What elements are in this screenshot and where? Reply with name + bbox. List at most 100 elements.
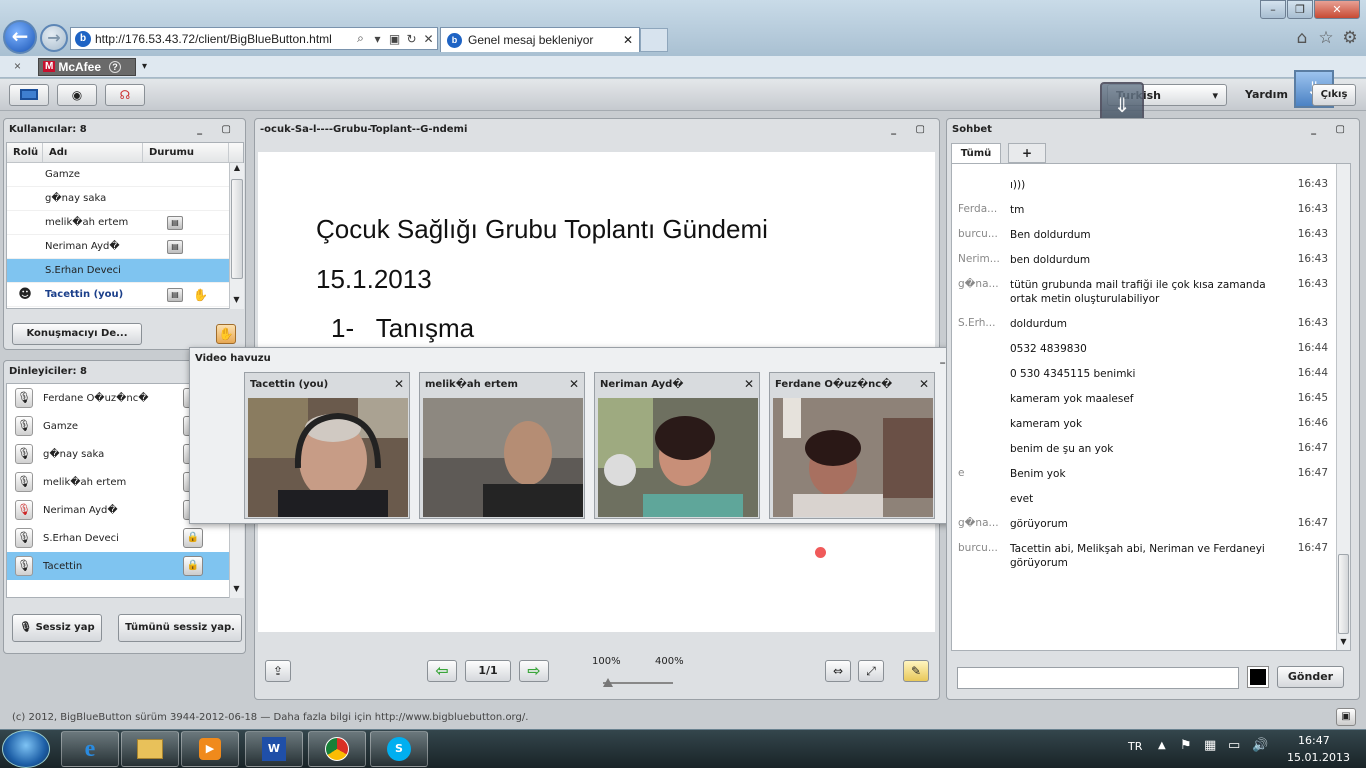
chat-input[interactable] (957, 667, 1239, 689)
search-icon[interactable]: ⌕ (352, 31, 369, 46)
scroll-up-icon[interactable]: ▲ (230, 163, 244, 177)
color-picker[interactable] (1247, 666, 1269, 688)
webcam-status-icon[interactable]: ▤ (167, 239, 183, 254)
fullscreen-icon[interactable]: ▣ (1336, 708, 1356, 726)
taskbar-word[interactable]: W (245, 731, 303, 767)
tab-close-icon[interactable]: ✕ (623, 33, 633, 47)
table-row[interactable]: ☻ Tacettin (you) ▤ ✋ (7, 283, 229, 307)
microphone-icon[interactable]: 🎙 (15, 416, 33, 436)
table-row[interactable]: g�nay saka (7, 187, 229, 211)
new-tab-button[interactable] (640, 28, 668, 52)
table-row[interactable]: S.Erhan Deveci (7, 259, 229, 283)
microphone-muted-icon[interactable]: 🎙 (15, 500, 33, 520)
panel-window-controls[interactable]: _ ▢ (197, 124, 239, 135)
input-language[interactable]: TR (1128, 740, 1142, 753)
scroll-down-icon[interactable]: ▼ (230, 584, 243, 598)
zoom-slider-track[interactable] (603, 682, 673, 684)
next-slide-button[interactable]: ⇨ (519, 660, 549, 682)
dropdown-icon[interactable]: ▾ (369, 32, 386, 46)
list-item[interactable]: 🎙 Tacettin 🔒 (7, 552, 243, 580)
table-row[interactable]: Gamze (7, 163, 229, 187)
prev-slide-button[interactable]: ⇦ (427, 660, 457, 682)
switch-presenter-button[interactable]: Konuşmacıyı De... (12, 323, 142, 345)
tray-expand-icon[interactable]: ▲ (1158, 740, 1166, 751)
taskbar-skype[interactable]: S (370, 731, 428, 767)
microphone-icon[interactable]: 🎙 (15, 444, 33, 464)
windows-start-icon[interactable] (2, 730, 50, 768)
table-row[interactable]: Neriman Ayd� ▤ (7, 235, 229, 259)
taskbar-ie[interactable]: e (61, 731, 119, 767)
mcafee-help-icon[interactable]: ? (109, 60, 122, 73)
home-icon[interactable]: ⌂ (1292, 28, 1312, 48)
volume-icon[interactable]: 🔊 (1252, 738, 1268, 753)
fit-width-button[interactable]: ⇔ (825, 660, 851, 682)
microphone-icon[interactable]: 🎙 (15, 528, 33, 548)
lock-icon[interactable]: 🔒 (183, 556, 203, 576)
taskbar-explorer[interactable] (121, 731, 179, 767)
close-icon[interactable]: ✕ (744, 377, 754, 391)
forward-icon[interactable]: → (40, 24, 68, 52)
clock-time[interactable]: 16:47 (1298, 734, 1330, 747)
microphone-icon[interactable]: 🎙 (15, 388, 33, 408)
webcam-button[interactable]: ◉ (57, 84, 97, 106)
tools-icon[interactable]: ⚙ (1340, 28, 1360, 48)
table-row[interactable]: melik�ah ertem ▤ (7, 211, 229, 235)
taskbar-chrome[interactable] (308, 731, 366, 767)
mcafee-button[interactable]: M McAfee ? (38, 57, 136, 76)
panel-window-controls[interactable]: _ ▢ (1311, 124, 1353, 135)
help-link[interactable]: Yardım (1245, 88, 1288, 101)
logout-button[interactable]: Çıkış (1312, 84, 1356, 106)
clock-date[interactable]: 15.01.2013 (1287, 751, 1350, 764)
upload-button[interactable]: ⇪ (265, 660, 291, 682)
video-window[interactable]: Tacettin (you) ✕ (244, 372, 410, 519)
close-icon[interactable]: ✕ (569, 377, 579, 391)
compat-icon[interactable]: ▣ (386, 32, 403, 46)
mcafee-dropdown-icon[interactable]: ▾ (142, 61, 147, 72)
tab-add[interactable]: + (1008, 143, 1046, 163)
close-icon[interactable]: ✕ (1314, 0, 1360, 19)
mute-all-button[interactable]: Tümünü sessiz yap. (118, 614, 242, 642)
address-bar[interactable]: b http://176.53.43.72/client/BigBlueButt… (70, 27, 438, 50)
action-center-icon[interactable]: ⚑ (1180, 738, 1192, 753)
desktop-share-button[interactable] (9, 84, 49, 106)
headset-button[interactable]: ☊ (105, 84, 145, 106)
url-text[interactable]: http://176.53.43.72/client/BigBlueButton… (95, 32, 352, 46)
close-icon[interactable]: ✕ (394, 377, 404, 391)
scroll-down-icon[interactable]: ▼ (1337, 637, 1350, 650)
col-status[interactable]: Durumu (143, 143, 229, 162)
microphone-icon[interactable]: 🎙 (15, 556, 33, 576)
scroll-thumb[interactable] (231, 179, 243, 279)
col-name[interactable]: Adı (43, 143, 143, 162)
browser-tab[interactable]: b Genel mesaj bekleniyor ✕ (440, 27, 640, 52)
favorites-icon[interactable]: ☆ (1316, 28, 1336, 48)
back-icon[interactable]: ← (3, 20, 37, 54)
list-item[interactable]: 🎙 S.Erhan Deveci 🔒 (7, 524, 243, 552)
device-icon[interactable]: ▦ (1204, 738, 1216, 753)
scroll-down-icon[interactable]: ▼ (230, 295, 243, 309)
close-icon[interactable]: ✕ (919, 377, 929, 391)
webcam-status-icon[interactable]: ▤ (167, 215, 183, 230)
whiteboard-button[interactable]: ✎ (903, 660, 929, 682)
chat-scrollbar[interactable]: ▼ (1336, 164, 1350, 650)
toolbar-close-icon[interactable]: × (14, 59, 21, 73)
scroll-thumb[interactable] (1338, 554, 1349, 634)
maximize-icon[interactable]: ❐ (1287, 0, 1313, 19)
video-window[interactable]: melik�ah ertem ✕ (419, 372, 585, 519)
page-indicator[interactable]: 1/1 (465, 660, 511, 682)
zoom-slider-thumb[interactable] (603, 678, 613, 687)
users-scrollbar[interactable]: ▲ ▼ (229, 163, 244, 309)
minimize-icon[interactable]: – (1260, 0, 1286, 19)
fit-page-button[interactable]: ⤢ (858, 660, 884, 682)
webcam-status-icon[interactable]: ▤ (167, 287, 183, 302)
raise-hand-button[interactable]: ✋ (216, 324, 236, 344)
send-button[interactable]: Gönder (1277, 666, 1344, 688)
taskbar-media[interactable]: ▶ (181, 731, 239, 767)
lock-icon[interactable]: 🔒 (183, 528, 203, 548)
col-role[interactable]: Rolü (7, 143, 43, 162)
tab-all[interactable]: Tümü (951, 143, 1001, 165)
network-icon[interactable]: ▭ (1228, 738, 1240, 753)
mute-button[interactable]: 🎙 Sessiz yap (12, 614, 102, 642)
video-window[interactable]: Neriman Ayd� ✕ (594, 372, 760, 519)
video-window[interactable]: Ferdane O�uz�nc� ✕ (769, 372, 935, 519)
microphone-icon[interactable]: 🎙 (15, 472, 33, 492)
